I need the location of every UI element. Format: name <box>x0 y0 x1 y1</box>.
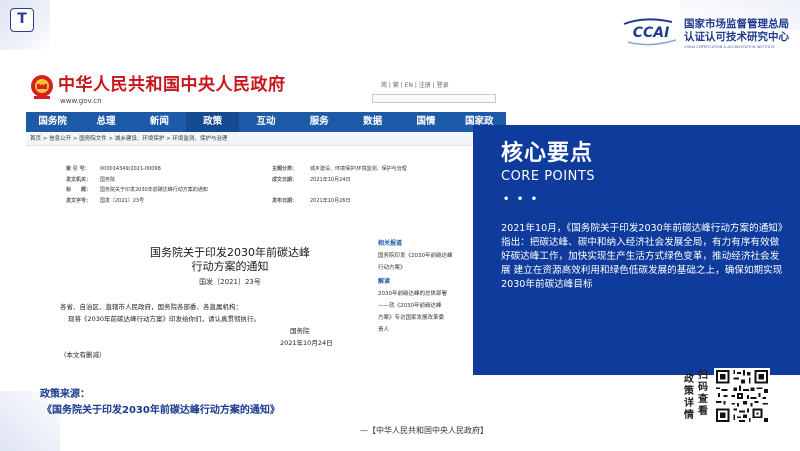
nav-item-zhengce[interactable]: 政策 <box>185 112 240 132</box>
body-signer: 国务院 <box>290 327 310 335</box>
nav-item-zongli[interactable]: 总理 <box>79 112 132 132</box>
ccai-logo-mark: CCAI <box>623 18 677 46</box>
gov-site-title: 中华人民共和国中央人民政府 <box>58 75 286 95</box>
national-emblem-icon <box>31 75 53 99</box>
meta-value: 城乡建设、环境保护\环境监测、保护与治理 <box>310 166 407 172</box>
meta-value: 2021年10月26日 <box>310 197 351 204</box>
nav-item-xinwen[interactable]: 新闻 <box>133 112 186 132</box>
meta-key <box>272 185 310 196</box>
document-title-line2: 行动方案的通知 <box>191 260 269 273</box>
meta-value <box>310 185 426 196</box>
logo-mark-text: CCAI <box>633 25 670 41</box>
scan-text-scan-view: 扫码查看 <box>698 370 708 417</box>
panel-subtitle: CORE POINTS <box>501 169 596 184</box>
gov-document-screenshot: 中华人民共和国中央人民政府 www.gov.cn 简 | 繁 | EN | 注册… <box>26 68 506 378</box>
nav-item-guoqing[interactable]: 国情 <box>399 112 452 132</box>
meta-row: 发文机关： 国务院 成文日期： 2021年10月24日 <box>66 175 426 186</box>
nav-item-fuwu[interactable]: 服务 <box>293 112 346 132</box>
gov-top-links[interactable]: 简 | 繁 | EN | 注册 | 登录 <box>381 82 449 90</box>
gov-site-url[interactable]: www.gov.cn <box>60 97 102 106</box>
text-tool-icon: T <box>10 8 34 32</box>
scan-text-policy-details: 政策详情 <box>684 374 694 421</box>
policy-source-link[interactable]: 《国务院关于印发2030年前碳达峰行动方案的通知》 <box>42 404 280 417</box>
body-note: （本文有删减） <box>60 351 106 359</box>
body-text: 现将《2030年前碳达峰行动方案》印发给你们，请认真贯彻执行。 <box>68 315 261 323</box>
gov-site-header: 中华人民共和国中央人民政府 www.gov.cn 简 | 繁 | EN | 注册… <box>26 68 506 112</box>
meta-key: 发布日期： <box>272 197 298 204</box>
document-meta-table: 索 引 号： 000014349/2021-00098 主题分类： 城乡建设、环… <box>66 164 426 206</box>
meta-value: 国务院 <box>100 176 116 183</box>
logo-org-name-en: CHINA CERTIFICATION & ACCREDITATION INST… <box>684 45 775 49</box>
gov-search-input[interactable] <box>372 94 496 103</box>
body-recipients: 各省、自治区、直辖市人民政府，国务院各部委、各直属机构： <box>60 303 242 311</box>
meta-row: 发文字号： 国发〔2021〕23号 发布日期： 2021年10月26日 <box>66 196 426 207</box>
gov-nav-bar: 国务院 总理 新闻 政策 互动 服务 数据 国情 国家政 <box>26 112 506 132</box>
logo-name-line1: 国家市场监督管理总局 <box>684 18 789 30</box>
scan-prompt: 政策详情 扫码查看 <box>683 370 713 422</box>
meta-row: 索 引 号： 000014349/2021-00098 主题分类： 城乡建设、环… <box>66 164 426 175</box>
meta-value: 2021年10月24日 <box>310 176 351 183</box>
meta-value: 国发〔2021〕23号 <box>100 197 145 204</box>
qr-code[interactable] <box>714 368 770 424</box>
panel-dots: • • • <box>503 194 540 205</box>
body-date: 2021年10月24日 <box>280 339 333 347</box>
policy-source-label: 政策来源： <box>40 389 90 400</box>
meta-key: 发文机关： <box>66 176 92 183</box>
meta-value: 000014349/2021-00098 <box>100 166 161 172</box>
nav-item-hudong[interactable]: 互动 <box>239 112 292 132</box>
meta-key: 主题分类： <box>272 166 298 172</box>
meta-row: 标 题： 国务院关于印发2030年前碳达峰行动方案的通知 <box>66 185 426 196</box>
logo-name-line2: 认证认可技术研究中心 <box>684 31 789 43</box>
scan-text-col1: 政策详情 <box>683 374 695 422</box>
meta-key: 成文日期： <box>272 176 298 183</box>
panel-body-text: 2021年10月，《国务院关于印发2030年前碳达峰行动方案的通知》指出：把碳达… <box>501 223 783 290</box>
breadcrumb[interactable]: 首页 > 信息公开 > 国务院文件 > 城乡建设、环境保护 > 环境监测、保护与… <box>26 132 506 146</box>
meta-value: 国务院关于印发2030年前碳达峰行动方案的通知 <box>100 187 208 193</box>
document-body: 各省、自治区、直辖市人民政府，国务院各部委、各直属机构： 现将《2030年前碳达… <box>60 301 360 361</box>
meta-key: 发文字号： <box>66 197 92 204</box>
meta-key: 索 引 号： <box>66 166 90 172</box>
ccai-logo: CCAI 国家市场监督管理总局 认证认可技术研究中心 CHINA CERTIFI… <box>620 16 796 50</box>
nav-item-guowuyuan[interactable]: 国务院 <box>26 112 79 132</box>
policy-source-name: —【中华人民共和国中央人民政府】 <box>360 426 488 435</box>
document-title-line1: 国务院关于印发2030年前碳达峰 <box>150 246 310 259</box>
nav-item-shuju[interactable]: 数据 <box>346 112 399 132</box>
document-number: 国发〔2021〕23号 <box>199 278 261 286</box>
scan-text-col2: 扫码查看 <box>697 370 709 418</box>
core-points-panel: 核心要点 CORE POINTS • • • 2021年10月，《国务院关于印发… <box>473 125 800 375</box>
meta-key: 标 题： <box>66 187 92 193</box>
document-title: 国务院关于印发2030年前碳达峰 行动方案的通知 <box>100 246 360 274</box>
logo-org-name: 国家市场监督管理总局 认证认可技术研究中心 <box>684 18 789 44</box>
panel-title: 核心要点 <box>501 141 594 166</box>
